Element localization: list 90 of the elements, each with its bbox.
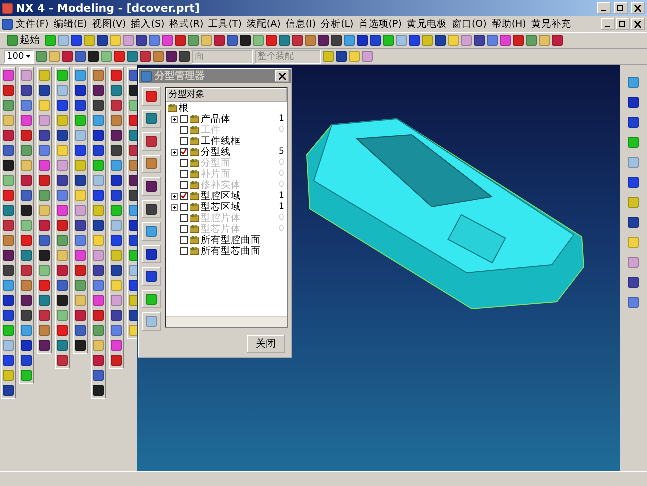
component-icon [190, 115, 199, 123]
menu-item[interactable]: 插入(S) [129, 18, 167, 30]
tool-icon[interactable] [88, 51, 99, 62]
start-icon [7, 35, 18, 46]
component-icon [190, 192, 199, 200]
checkbox[interactable] [180, 137, 188, 145]
component-icon [190, 203, 199, 211]
item-count: 1 [279, 191, 286, 201]
restore-button[interactable] [616, 18, 630, 30]
tool-icon[interactable] [39, 250, 50, 261]
expand-icon[interactable] [171, 148, 178, 156]
tool-button[interactable] [142, 87, 161, 106]
tree-item[interactable]: 型芯区域 [201, 200, 277, 214]
menu-item[interactable]: 格式(R) [168, 18, 206, 30]
menu-item[interactable]: 文件(F) [14, 18, 51, 30]
minimize-button[interactable] [597, 2, 611, 14]
menu-item[interactable]: 工具(T) [206, 18, 244, 30]
component-icon [190, 170, 199, 178]
item-count: 5 [279, 147, 286, 157]
checkbox[interactable] [180, 192, 188, 200]
tool-button[interactable] [142, 110, 161, 128]
zoom-combo[interactable]: 100 [4, 50, 34, 64]
tool-icon[interactable] [93, 385, 104, 396]
close-button[interactable] [275, 70, 289, 82]
menu-item[interactable]: 帮助(H) [490, 18, 528, 30]
tool-icon[interactable] [21, 205, 32, 216]
tool-button[interactable] [142, 177, 161, 196]
component-icon [190, 137, 199, 145]
document-icon [2, 18, 13, 30]
checkbox[interactable] [180, 236, 188, 244]
tree-item[interactable]: 根 [179, 102, 287, 114]
tree-item[interactable]: 所有型腔曲面 [201, 234, 287, 246]
window-title: NX 4 - Modeling - [dcover.prt] [16, 2, 201, 14]
restore-icon [617, 4, 625, 12]
close-icon [278, 72, 286, 80]
tool-button[interactable] [142, 267, 161, 286]
checkbox[interactable] [180, 203, 188, 211]
component-icon [190, 214, 199, 222]
checkbox[interactable] [180, 115, 188, 123]
component-icon [190, 126, 199, 134]
tree-item[interactable]: 型腔区域 [201, 190, 277, 202]
dialog-icon [141, 70, 152, 82]
close-button[interactable] [631, 2, 645, 14]
tree-item[interactable]: 所有型芯曲面 [201, 244, 287, 258]
tool-icon[interactable] [75, 340, 86, 351]
tree-item[interactable]: 分型线 [201, 146, 277, 158]
restore-icon [619, 20, 627, 28]
menu-item[interactable]: 首选项(P) [356, 18, 404, 30]
tree-item[interactable]: 工件线框 [201, 134, 287, 148]
expand-icon[interactable] [171, 204, 178, 210]
component-icon [190, 247, 199, 255]
menu-item[interactable]: 装配(A) [244, 18, 283, 30]
component-icon [190, 148, 199, 156]
component-icon [190, 159, 199, 167]
app-logo-icon [2, 2, 13, 14]
dialog-title: 分型管理器 [155, 70, 206, 83]
restore-button[interactable] [614, 2, 628, 14]
checkbox[interactable] [180, 148, 188, 156]
tool-icon[interactable] [240, 35, 251, 46]
menu-item[interactable]: 黄兄电极 [404, 18, 449, 30]
tool-button[interactable] [142, 244, 161, 264]
item-count: 1 [279, 114, 286, 124]
start-button[interactable]: 起始 [4, 34, 43, 48]
close-icon [634, 4, 642, 12]
component-icon [168, 104, 177, 112]
menu-item[interactable]: 黄兄补充 [529, 18, 574, 30]
close-dialog-button[interactable]: 关闭 [247, 335, 285, 353]
column-header: 分型对象 [166, 88, 287, 102]
menu-item[interactable]: 编辑(E) [52, 18, 90, 30]
expand-icon[interactable] [171, 192, 178, 200]
component-icon [190, 181, 199, 189]
dropdown-arrow-icon [26, 55, 31, 58]
close-icon [634, 20, 642, 28]
checkbox[interactable] [180, 247, 188, 255]
tool-button[interactable] [142, 132, 161, 151]
tool-button[interactable] [142, 200, 161, 218]
tree-item[interactable]: 产品体 [201, 112, 277, 126]
expand-icon[interactable] [171, 116, 178, 122]
minimize-button[interactable] [601, 18, 615, 30]
horizontal-scrollbar[interactable] [166, 316, 287, 327]
menu-item[interactable]: 窗口(O) [450, 18, 489, 30]
menu-item[interactable]: 分析(L) [319, 18, 356, 30]
component-icon [190, 236, 199, 244]
close-button[interactable] [631, 18, 645, 30]
menu-item[interactable]: 视图(V) [90, 18, 128, 30]
tool-icon[interactable] [57, 295, 68, 306]
tool-icon[interactable] [3, 160, 14, 171]
item-count: 1 [279, 202, 286, 212]
menu-item[interactable]: 信息(I) [284, 18, 318, 30]
component-icon [190, 225, 199, 233]
